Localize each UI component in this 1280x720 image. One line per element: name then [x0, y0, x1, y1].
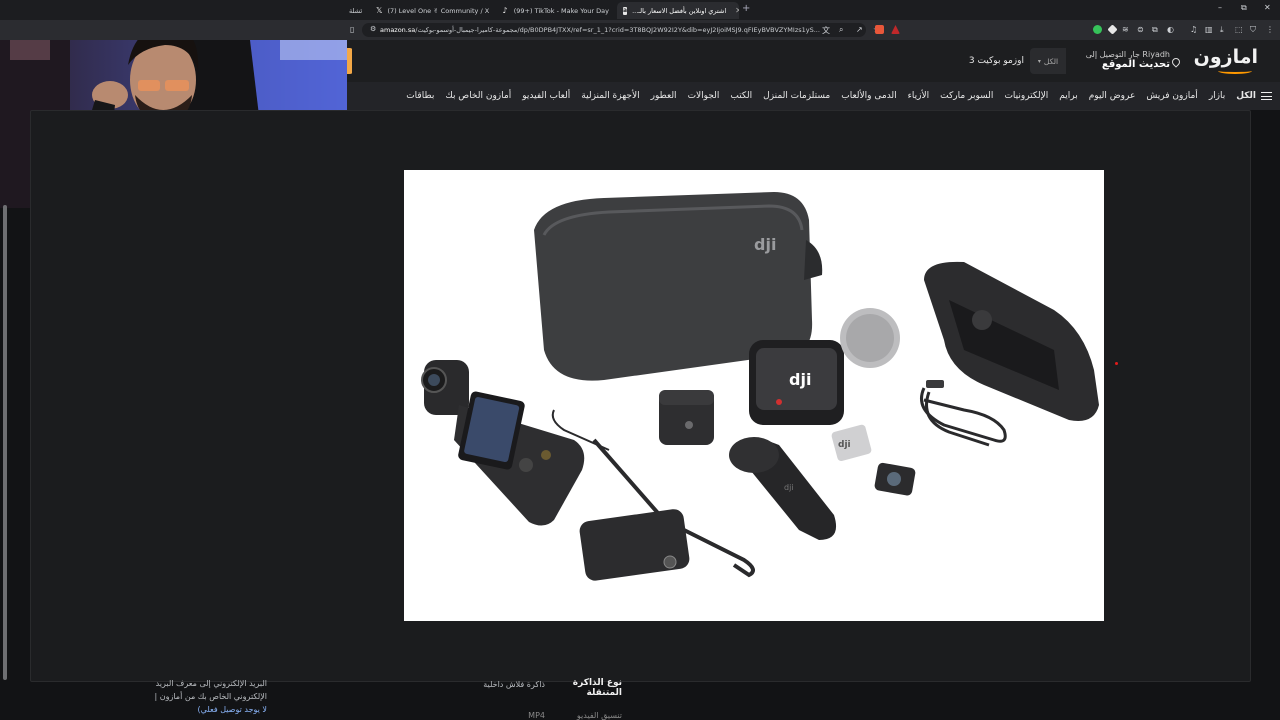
- mini-tripod: dji: [729, 437, 837, 540]
- filter-dji-logo: dji: [838, 440, 851, 450]
- tab-tiktok[interactable]: ♪ (99+) TikTok - Make Your Day: [495, 2, 615, 19]
- tab-amazon[interactable]: a اشتري اونلاين بأفضل الاسعار بالـ... ✕: [617, 2, 739, 19]
- protective-cover: [924, 261, 1099, 421]
- tab-partial-title: ئشلة: [349, 6, 363, 15]
- menu-icon[interactable]: ⋮: [1266, 25, 1274, 34]
- nd-filter: dji: [831, 424, 872, 461]
- product-image[interactable]: dji dji dji dji: [404, 170, 1104, 621]
- nav-item[interactable]: مستلزمات المنزل: [763, 91, 830, 101]
- hamburger-icon: [1261, 92, 1272, 100]
- search-category-dropdown[interactable]: ▾ الكل: [1030, 48, 1066, 74]
- memory-type-label: نوع الذاكرة المتنقلة: [572, 678, 622, 698]
- vpn-shield-icon[interactable]: ⛉: [1250, 25, 1256, 35]
- extension-circle-icon[interactable]: ◐: [1167, 25, 1174, 34]
- lens-adapter: [874, 462, 916, 496]
- battery-handle: [579, 509, 690, 581]
- minimize-button[interactable]: –: [1218, 3, 1222, 12]
- chevron-down-icon: ▾: [1037, 57, 1041, 65]
- tab-x-community-title: (7) Level One ✌ Community / X: [387, 6, 490, 15]
- bookmark-icon[interactable]: ▯: [350, 25, 354, 34]
- maximize-button[interactable]: ⧉: [1241, 3, 1247, 13]
- tab-amazon-title: اشتري اونلاين بأفضل الاسعار بالـ...: [632, 6, 727, 15]
- osmo-pocket-3-camera: [421, 360, 585, 526]
- brave-shield-icon[interactable]: [875, 25, 884, 34]
- deliver-line2: تحديث الموقع: [1101, 59, 1170, 70]
- nav-item[interactable]: برايم: [1059, 91, 1077, 101]
- nav-all-label: الكل: [1236, 91, 1256, 101]
- url-path: /مجموعة-كاميرا-جيمبال-أوسمو-بوكيت/dp/B0D…: [415, 26, 820, 34]
- mouse-cursor-marker: [1115, 362, 1118, 365]
- nav-belt: الكل بازار أمازون فريش عروض اليوم برايم …: [347, 82, 1280, 110]
- screen: ئشلة 𝕏 (7) Level One ✌ Community / X ♪ (…: [0, 0, 1280, 720]
- tab-tiktok-title: (99+) TikTok - Make Your Day: [513, 6, 609, 15]
- nav-item[interactable]: الأجهزة المنزلية: [581, 91, 639, 101]
- nav-all-menu[interactable]: الكل: [1236, 91, 1272, 101]
- nav-item[interactable]: بازار: [1209, 91, 1225, 101]
- address-bar[interactable]: amazon.sa /مجموعة-كاميرا-جيمبال-أوسمو-بو…: [362, 23, 866, 37]
- nav-item[interactable]: الكتب: [730, 91, 752, 101]
- email-delivery-line2: الإلكتروني الخاص بك من أمازون |: [154, 692, 267, 701]
- extension-green-icon[interactable]: [1093, 25, 1102, 34]
- close-window-button[interactable]: ✕: [1264, 3, 1271, 12]
- nav-item[interactable]: العطور: [651, 91, 677, 101]
- url-host: amazon.sa: [380, 26, 416, 34]
- translate-icon[interactable]: 文: [822, 25, 830, 36]
- nav-item[interactable]: الجوالات: [688, 91, 720, 101]
- amazon-logo-icon: a: [623, 6, 628, 15]
- tripod-dji-logo: dji: [784, 483, 794, 492]
- nav-item[interactable]: بطاقات: [406, 91, 434, 101]
- nav-item[interactable]: ألعاب الفيديو: [522, 91, 570, 101]
- mic-transmitter: dji: [749, 340, 844, 425]
- extension-puzzle-icon[interactable]: ⧉: [1152, 25, 1158, 35]
- site-info-icon[interactable]: ⚙: [370, 25, 376, 33]
- search-input[interactable]: اوزمو بوكيت 3: [352, 48, 1030, 74]
- memory-type-value: ذاكرة فلاش داخلية: [483, 680, 545, 689]
- extension-wave-icon[interactable]: ≋: [1122, 25, 1129, 34]
- dji-osmo-pocket-3-kit-image: dji dji dji dji: [421, 192, 1099, 581]
- screenshot-icon[interactable]: ⬚: [1235, 25, 1243, 34]
- amazon-smile-icon: [1218, 68, 1252, 74]
- nav-item[interactable]: عروض اليوم: [1089, 91, 1136, 101]
- tiktok-logo-icon: ♪: [502, 6, 508, 15]
- new-tab-button[interactable]: +: [742, 3, 750, 14]
- nav-item[interactable]: السوبر ماركت: [940, 91, 993, 101]
- nav-item[interactable]: أمازون فريش: [1146, 91, 1197, 101]
- nav-item[interactable]: الإلكترونيات: [1004, 91, 1048, 101]
- nav-item[interactable]: الدمى والألعاب: [841, 91, 896, 101]
- pouch-dji-logo: dji: [754, 235, 776, 254]
- mic-dji-logo: dji: [789, 370, 811, 389]
- nav-item[interactable]: أمازون الخاص بك: [445, 91, 511, 101]
- email-delivery-link[interactable]: لا يوجد توصيل فعلي): [120, 705, 267, 714]
- tab-partial[interactable]: ئشلة: [347, 2, 367, 19]
- zoom-icon[interactable]: ⌕: [839, 25, 843, 35]
- media-icon[interactable]: ♫: [1190, 25, 1197, 34]
- windscreen-fur: [840, 308, 900, 368]
- deliver-to[interactable]: جار التوصيل إلى Riyadh تحديث الموقع: [1086, 50, 1170, 70]
- usb-c-cable: [920, 380, 1007, 447]
- x-logo-icon: 𝕏: [376, 6, 383, 15]
- email-delivery-line1: البريد الإلكتروني إلى معرف البريد: [155, 679, 267, 688]
- tab-close-icon[interactable]: ✕: [735, 6, 739, 15]
- video-format-label: تنسيق الفيديو: [576, 711, 622, 720]
- sidebar-icon[interactable]: ▥: [1205, 25, 1213, 34]
- wide-angle-cube: [659, 390, 714, 445]
- amazon-logo[interactable]: امازون: [1194, 46, 1259, 68]
- page-scrollbar[interactable]: [3, 205, 7, 680]
- nav-item[interactable]: الأزياء: [908, 91, 929, 101]
- search-category-label: الكل: [1043, 56, 1059, 66]
- share-icon[interactable]: ↗: [856, 25, 863, 34]
- downloads-icon[interactable]: ⤓: [1220, 25, 1224, 35]
- tab-x-community[interactable]: 𝕏 (7) Level One ✌ Community / X: [370, 2, 490, 19]
- extension-car-icon[interactable]: ⊜: [1137, 25, 1144, 34]
- video-format-value: MP4: [528, 711, 545, 720]
